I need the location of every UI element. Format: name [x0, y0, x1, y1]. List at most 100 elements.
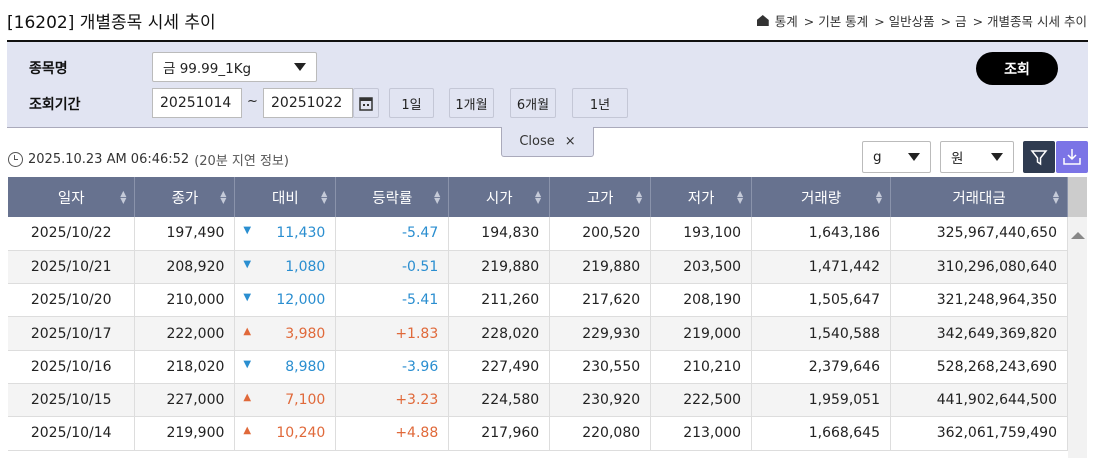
timestamp-value: 2025.10.23 AM 06:46:52	[28, 152, 190, 167]
date-cell: 2025/10/20	[8, 283, 136, 318]
high-cell: 229,930	[549, 316, 652, 351]
download-button[interactable]	[1056, 141, 1088, 173]
low-cell: 219,000	[650, 316, 753, 351]
home-icon[interactable]	[756, 15, 769, 26]
amount-cell: 362,061,759,490	[890, 416, 1068, 451]
rate-cell: -5.47	[335, 217, 450, 251]
period-1month-button[interactable]: 1개월	[449, 88, 494, 118]
change-cell: ▼ 12,000	[234, 283, 337, 318]
table-row[interactable]: 2025/10/14 219,900 ▲ 10,240 +4.88 217,960…	[8, 416, 1068, 451]
column-header[interactable]: 종가 ▲ ▼	[134, 177, 236, 217]
arrow-down-icon: ▼	[243, 292, 252, 304]
from-date-input[interactable]: 20251014	[152, 88, 242, 118]
currency-select[interactable]: 원	[940, 141, 1014, 173]
delay-note: (20분 지연 정보)	[194, 154, 289, 169]
chevron-down-icon	[991, 153, 1003, 161]
period-label: 조회기간	[29, 97, 81, 113]
breadcrumb-item[interactable]: > 일반상품	[874, 11, 934, 30]
search-button[interactable]: 조회	[976, 52, 1058, 85]
calendar-icon[interactable]	[353, 88, 379, 118]
filter-button[interactable]	[1023, 141, 1055, 173]
date-cell: 2025/10/14	[8, 416, 136, 451]
column-label: 종가	[171, 190, 199, 207]
breadcrumb-item[interactable]: > 개별종목 시세 추이	[973, 11, 1087, 30]
date-cell: 2025/10/16	[8, 350, 136, 384]
sort-icon[interactable]: ▲ ▼	[535, 190, 541, 205]
scrollbar[interactable]	[1068, 177, 1087, 458]
breadcrumb-item[interactable]: 통계	[775, 11, 798, 30]
change-cell: ▲ 7,100	[234, 383, 337, 418]
table-row[interactable]: 2025/10/17 222,000 ▲ 3,980 +1.83 228,020 …	[8, 316, 1068, 351]
high-cell: 220,080	[549, 416, 652, 451]
column-header[interactable]: 대비 ▲ ▼	[234, 177, 337, 217]
sort-icon[interactable]: ▲ ▼	[1053, 190, 1059, 205]
item-select[interactable]: 금 99.99_1Kg	[152, 52, 317, 82]
close-filter-button[interactable]: Close ×	[501, 127, 594, 157]
close-cell: 222,000	[134, 316, 236, 351]
table-row[interactable]: 2025/10/22 197,490 ▼ 11,430 -5.47 194,830…	[8, 217, 1068, 251]
rate-cell: -3.96	[335, 350, 450, 384]
rate-cell: +4.88	[335, 416, 450, 451]
download-icon	[1063, 149, 1081, 165]
close-icon: ×	[564, 134, 576, 149]
unit-select[interactable]: g	[862, 141, 931, 173]
column-label: 등락률	[372, 190, 413, 207]
sort-icon[interactable]: ▲ ▼	[120, 190, 126, 205]
column-header[interactable]: 일자 ▲ ▼	[8, 177, 136, 217]
sort-icon[interactable]: ▲ ▼	[220, 190, 226, 205]
tilde: ~	[247, 94, 258, 109]
arrow-up-icon: ▲	[243, 392, 252, 404]
scroll-up-icon[interactable]	[1070, 232, 1085, 239]
low-cell: 193,100	[650, 217, 753, 251]
low-cell: 203,500	[650, 250, 753, 285]
period-1day-button[interactable]: 1일	[389, 88, 434, 118]
breadcrumb-item[interactable]: > 기본 통계	[804, 11, 868, 30]
low-cell: 222,500	[650, 383, 753, 418]
close-cell: 208,920	[134, 250, 236, 285]
column-header[interactable]: 거래량 ▲ ▼	[751, 177, 892, 217]
low-cell: 210,210	[650, 350, 753, 384]
column-label: 일자	[57, 190, 85, 207]
arrow-down-icon: ▼	[243, 258, 252, 270]
change-value: 11,430	[276, 225, 326, 242]
breadcrumb: 통계 > 기본 통계 > 일반상품 > 금 > 개별종목 시세 추이	[756, 11, 1087, 30]
period-1year-button[interactable]: 1년	[572, 88, 628, 118]
date-cell: 2025/10/17	[8, 316, 136, 351]
table-row[interactable]: 2025/10/21 208,920 ▼ 1,080 -0.51 219,880 …	[8, 250, 1068, 285]
column-header[interactable]: 고가 ▲ ▼	[549, 177, 652, 217]
high-cell: 200,520	[549, 217, 652, 251]
sort-icon[interactable]: ▲ ▼	[321, 190, 327, 205]
period-6month-button[interactable]: 6개월	[510, 88, 556, 118]
filter-icon	[1030, 150, 1048, 166]
table-row[interactable]: 2025/10/16 218,020 ▼ 8,980 -3.96 227,490 …	[8, 350, 1068, 384]
table-row[interactable]: 2025/10/15 227,000 ▲ 7,100 +3.23 224,580 …	[8, 383, 1068, 418]
change-value: 8,980	[285, 358, 326, 375]
column-label: 거래대금	[952, 190, 1006, 207]
close-cell: 218,020	[134, 350, 236, 384]
volume-cell: 2,379,646	[751, 350, 892, 384]
currency-value: 원	[951, 151, 964, 167]
column-label: 시가	[485, 190, 513, 207]
amount-cell: 310,296,080,640	[890, 250, 1068, 285]
amount-cell: 342,649,369,820	[890, 316, 1068, 351]
sort-icon[interactable]: ▲ ▼	[737, 190, 743, 205]
sort-icon[interactable]: ▲ ▼	[876, 190, 882, 205]
sort-icon[interactable]: ▲ ▼	[434, 190, 440, 205]
breadcrumb-item[interactable]: > 금	[941, 11, 967, 30]
change-cell: ▼ 11,430	[234, 217, 337, 251]
item-value: 금 99.99_1Kg	[163, 61, 252, 77]
column-header[interactable]: 등락률 ▲ ▼	[335, 177, 450, 217]
to-date-input[interactable]: 20251022	[263, 88, 353, 118]
open-cell: 194,830	[448, 217, 551, 251]
volume-cell: 1,471,442	[751, 250, 892, 285]
open-cell: 219,880	[448, 250, 551, 285]
arrow-up-icon: ▲	[243, 325, 252, 337]
column-header[interactable]: 시가 ▲ ▼	[448, 177, 551, 217]
table-row[interactable]: 2025/10/20 210,000 ▼ 12,000 -5.41 211,260…	[8, 283, 1068, 318]
sort-icon[interactable]: ▲ ▼	[636, 190, 642, 205]
chevron-down-icon	[908, 153, 920, 161]
change-cell: ▼ 1,080	[234, 250, 337, 285]
amount-cell: 441,902,644,500	[890, 383, 1068, 418]
column-header[interactable]: 저가 ▲ ▼	[650, 177, 753, 217]
column-header[interactable]: 거래대금 ▲ ▼	[890, 177, 1068, 217]
